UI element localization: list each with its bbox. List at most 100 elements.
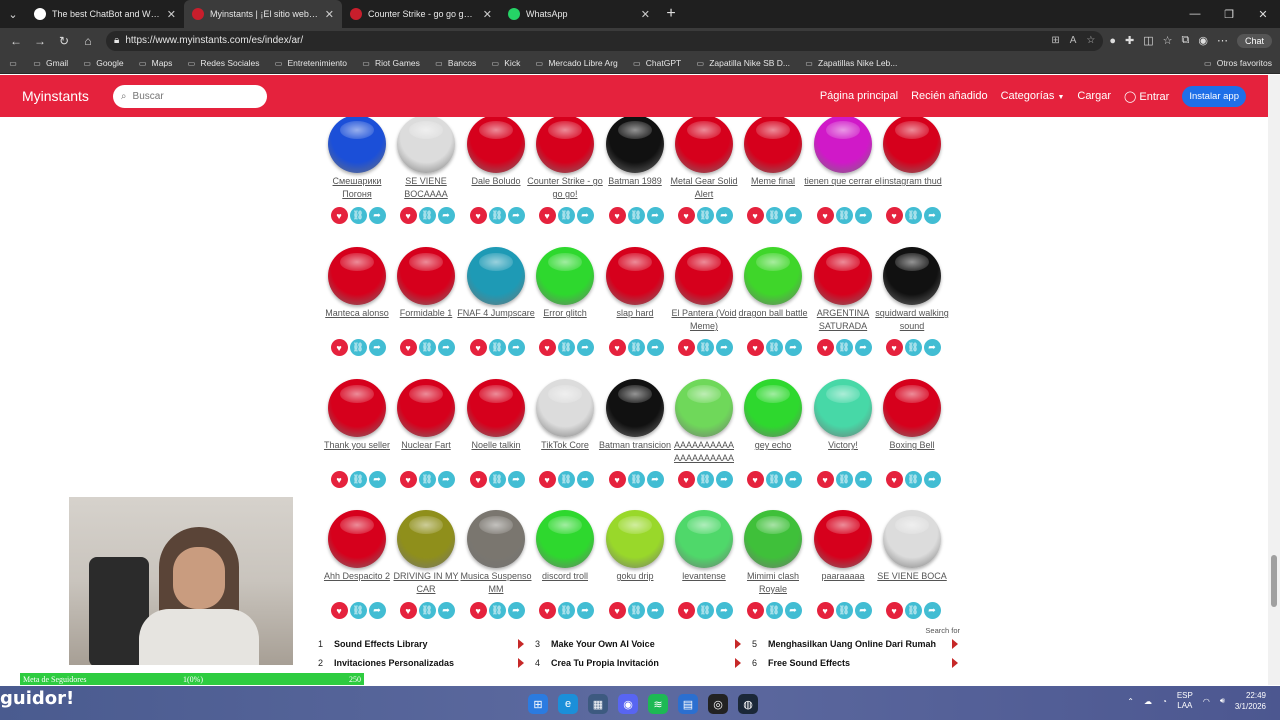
instant-name-link[interactable]: ARGENTINA SATURADA	[804, 307, 882, 333]
instant-play-button[interactable]	[814, 379, 872, 437]
share-icon[interactable]: ➦	[507, 602, 525, 619]
instant-play-button[interactable]	[328, 247, 386, 305]
copy-link-icon[interactable]: ⛓	[765, 339, 783, 356]
favorite-heart-icon[interactable]: ♥	[746, 207, 764, 224]
steam-icon[interactable]: ◍	[738, 694, 758, 714]
bookmark-item[interactable]: ▭ Redes Sociales	[186, 58, 260, 68]
copy-link-icon[interactable]: ⛓	[349, 602, 367, 619]
obs-icon[interactable]: ◎	[708, 694, 728, 714]
favorite-heart-icon[interactable]: ♥	[608, 471, 626, 488]
back-button[interactable]: ←	[4, 34, 28, 48]
copy-link-icon[interactable]: ⛓	[557, 602, 575, 619]
share-icon[interactable]: ➦	[923, 471, 941, 488]
instant-play-button[interactable]	[536, 117, 594, 173]
instant-play-button[interactable]	[397, 510, 455, 568]
bookmark-item[interactable]: ▭ Maps	[138, 58, 173, 68]
bookmark-item[interactable]: ▭ Bancos	[434, 58, 476, 68]
favorite-heart-icon[interactable]: ♥	[538, 207, 556, 224]
notes-icon[interactable]: ▤	[678, 694, 698, 714]
copy-link-icon[interactable]: ⛓	[349, 471, 367, 488]
ad-link[interactable]: 1 Sound Effects Library	[318, 639, 528, 649]
instant-name-link[interactable]: SE VIENE BOCAAAA	[387, 175, 465, 201]
instant-name-link[interactable]: Victory!	[804, 439, 882, 452]
bookmark-item[interactable]: ▭ Zapatilla Nike SB D...	[695, 58, 790, 68]
collections-icon[interactable]: ⧉	[1182, 34, 1190, 47]
share-icon[interactable]: ➦	[437, 471, 455, 488]
instant-play-button[interactable]	[675, 510, 733, 568]
favorite-heart-icon[interactable]: ♥	[677, 339, 695, 356]
favorite-heart-icon[interactable]: ♥	[677, 602, 695, 619]
home-button[interactable]: ⌂	[76, 34, 100, 48]
instant-name-link[interactable]: dragon ball battle	[734, 307, 812, 320]
share-icon[interactable]: ➦	[646, 471, 664, 488]
favorite-heart-icon[interactable]: ♥	[538, 339, 556, 356]
copy-link-icon[interactable]: ⛓	[627, 602, 645, 619]
share-icon[interactable]: ➦	[784, 471, 802, 488]
instant-name-link[interactable]: SE VIENE BOCA	[873, 570, 951, 583]
instant-name-link[interactable]: Mimimi clash Royale	[734, 570, 812, 596]
instant-play-button[interactable]	[675, 379, 733, 437]
instant-play-button[interactable]	[467, 247, 525, 305]
bookmark-item[interactable]: ▭ ChatGPT	[632, 58, 681, 68]
clock[interactable]: 22:49 3/1/2026	[1235, 690, 1266, 712]
instant-play-button[interactable]	[883, 117, 941, 173]
instant-play-button[interactable]	[883, 247, 941, 305]
favorite-heart-icon[interactable]: ♥	[885, 339, 903, 356]
instant-name-link[interactable]: Noelle talkin	[457, 439, 535, 452]
instant-play-button[interactable]	[814, 510, 872, 568]
copy-link-icon[interactable]: ⛓	[835, 339, 853, 356]
share-icon[interactable]: ➦	[646, 339, 664, 356]
new-tab-button[interactable]: +	[658, 5, 684, 23]
share-icon[interactable]: ➦	[784, 602, 802, 619]
copy-link-icon[interactable]: ⛓	[904, 339, 922, 356]
instant-name-link[interactable]: tienen que cerrar el	[804, 175, 882, 188]
copy-link-icon[interactable]: ⛓	[904, 207, 922, 224]
favorite-heart-icon[interactable]: ♥	[330, 602, 348, 619]
bookmark-item[interactable]: ▭ Gmail	[32, 58, 68, 68]
instant-name-link[interactable]: Formidable 1	[387, 307, 465, 320]
instant-name-link[interactable]: Ahh Despacito 2	[322, 570, 396, 583]
copy-link-icon[interactable]: ⛓	[627, 471, 645, 488]
instant-play-button[interactable]	[467, 510, 525, 568]
favorite-heart-icon[interactable]: ♥	[608, 339, 626, 356]
instant-play-button[interactable]	[328, 510, 386, 568]
tab-close-icon[interactable]: ✕	[641, 8, 650, 21]
instant-play-button[interactable]	[744, 510, 802, 568]
favorite-heart-icon[interactable]: ♥	[469, 339, 487, 356]
instant-play-button[interactable]	[606, 247, 664, 305]
copy-link-icon[interactable]: ⛓	[835, 602, 853, 619]
share-icon[interactable]: ➦	[368, 339, 386, 356]
profile-avatar[interactable]: ◉	[1198, 34, 1208, 47]
copy-link-icon[interactable]: ⛓	[557, 471, 575, 488]
favorite-heart-icon[interactable]: ♥	[469, 602, 487, 619]
browser-tab[interactable]: Counter Strike - go go go!: botón ✕	[342, 0, 500, 28]
discord-icon[interactable]: ◉	[618, 694, 638, 714]
puzzle-icon[interactable]: ✚	[1125, 34, 1134, 47]
copy-link-icon[interactable]: ⛓	[418, 207, 436, 224]
instant-name-link[interactable]: Batman transicion	[596, 439, 674, 452]
copy-link-icon[interactable]: ⛓	[696, 207, 714, 224]
share-icon[interactable]: ➦	[368, 602, 386, 619]
share-icon[interactable]: ➦	[368, 471, 386, 488]
favorite-heart-icon[interactable]: ♥	[816, 339, 834, 356]
share-icon[interactable]: ➦	[437, 602, 455, 619]
share-icon[interactable]: ➦	[923, 602, 941, 619]
instant-play-button[interactable]	[536, 510, 594, 568]
instant-play-button[interactable]	[883, 379, 941, 437]
bookmarks-menu-icon[interactable]: ▭	[8, 58, 18, 68]
copy-link-icon[interactable]: ⛓	[488, 207, 506, 224]
instant-name-link[interactable]: Thank you seller	[322, 439, 396, 452]
copy-link-icon[interactable]: ⛓	[696, 471, 714, 488]
instant-play-button[interactable]	[397, 117, 455, 173]
instant-name-link[interactable]: Error glitch	[526, 307, 604, 320]
browser-tab[interactable]: WhatsApp ✕	[500, 0, 658, 28]
instant-name-link[interactable]: Counter Strike - go go go!	[526, 175, 604, 201]
favorite-heart-icon[interactable]: ♥	[608, 207, 626, 224]
share-icon[interactable]: ➦	[715, 602, 733, 619]
share-icon[interactable]: ➦	[576, 207, 594, 224]
favorite-heart-icon[interactable]: ♥	[885, 602, 903, 619]
browser-tab[interactable]: Myinstants | ¡El sitio web de b ✕	[184, 0, 342, 28]
share-icon[interactable]: ➦	[854, 207, 872, 224]
instant-play-button[interactable]	[744, 379, 802, 437]
copy-link-icon[interactable]: ⛓	[904, 471, 922, 488]
